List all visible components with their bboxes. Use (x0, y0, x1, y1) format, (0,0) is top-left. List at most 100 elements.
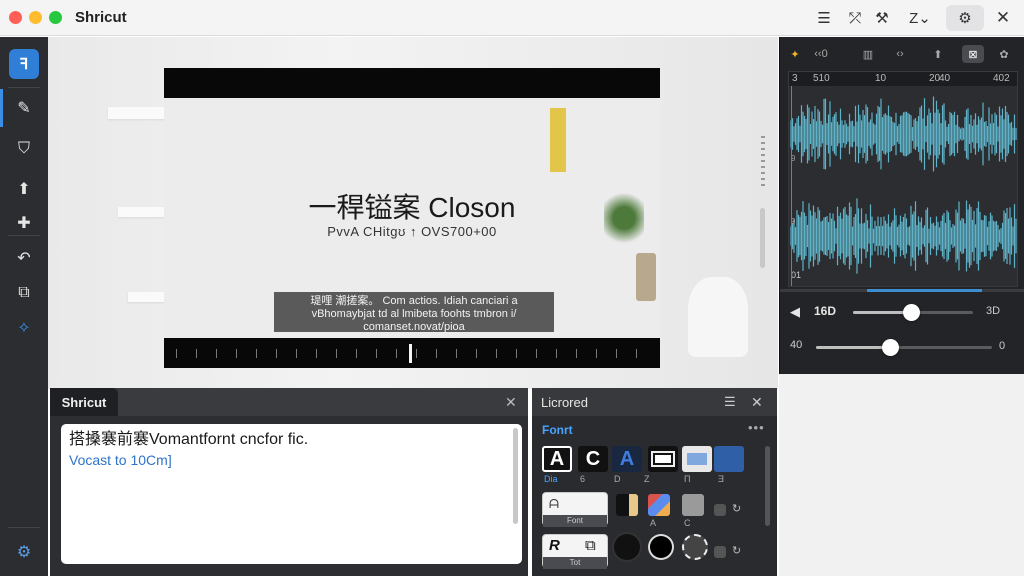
timeline-tick (356, 349, 357, 358)
text-card-letter: R (549, 537, 560, 554)
editor-line-2[interactable]: Vocast to 10Cm] (69, 451, 514, 469)
text-card-label: Tot (543, 557, 607, 569)
refresh-icon[interactable]: ↻ (732, 544, 741, 557)
preview-title-text[interactable]: 一稈镒案 Closon (164, 186, 660, 226)
waveform-scrub-range[interactable] (867, 289, 982, 292)
magic-wand-icon[interactable]: ⚒ (873, 8, 891, 28)
timeline-tick (456, 349, 457, 358)
editor-close-icon[interactable]: ✕ (505, 394, 517, 411)
style-swatch-multicolor[interactable] (648, 494, 670, 516)
zoom-window-button[interactable] (49, 11, 62, 24)
swatch-label: Ǝ (718, 474, 725, 484)
preview-subtitle-text[interactable]: PvvA CHitgʊ ↑ OVS700+00 (164, 224, 660, 239)
editor-header (50, 388, 528, 416)
text-z-icon[interactable]: Z⌄ (906, 8, 934, 28)
settings-icon[interactable]: ⚙ (946, 5, 984, 31)
timeline-tick (596, 349, 597, 358)
volume-control: ◀ 16D 3D (780, 302, 1024, 322)
decor-book (550, 108, 566, 172)
style-swatch-round-dashed[interactable] (682, 534, 708, 560)
style-swatch-blue[interactable]: A (612, 446, 642, 472)
plugin-icon[interactable]: ✚ (9, 208, 39, 238)
style-swatch-dark-blue[interactable] (714, 446, 744, 472)
style-swatch-outline[interactable]: C (578, 446, 608, 472)
swatch-label: 6 (580, 474, 586, 484)
channel-label: 01 (791, 270, 802, 280)
style-panel-scrollbar[interactable] (765, 446, 770, 526)
style-swatch-bluebox[interactable] (682, 446, 712, 472)
timeline-tick (256, 349, 257, 358)
balance-control: 40 0 (780, 337, 1024, 357)
close-icon[interactable]: ✕ (994, 8, 1012, 28)
editor-tab[interactable]: Shricut (50, 388, 118, 416)
audio-tab-label[interactable]: ‹‹0 (810, 45, 832, 63)
crop-icon[interactable]: ⧉ (9, 278, 39, 308)
left-sidebar: ꟻ ✎ ⛉ ⬆ ✚ ↶ ⧉ ✧ ⚙ (0, 37, 48, 576)
timeline-tick (336, 349, 337, 358)
audio-panel: ✦ ‹‹0 ▥ ‹› ⬆ ⊠ ✿ 3 510 10 20 40 402 9 9 … (779, 37, 1024, 374)
list-icon[interactable]: ☰ (815, 8, 833, 28)
text-card[interactable]: R ⧉ Tot (542, 534, 608, 569)
timeline-tick (216, 349, 217, 358)
more-options-icon[interactable]: ••• (748, 420, 765, 435)
style-swatch-box[interactable] (648, 446, 678, 472)
style-swatch-small[interactable] (714, 504, 726, 516)
font-card[interactable]: ᗩ Font (542, 492, 608, 527)
style-swatch-small[interactable] (714, 546, 726, 558)
preview-timeline-bar[interactable] (164, 338, 660, 368)
editor-scrollbar[interactable] (513, 428, 518, 524)
upload-icon[interactable]: ⬆ (928, 45, 948, 63)
timeline-tick (496, 349, 497, 358)
canvas-scroll-indicator[interactable] (761, 136, 765, 190)
close-window-button[interactable] (9, 11, 22, 24)
timeline-tick (616, 349, 617, 358)
bottom-tool-icon[interactable]: ⚙ (9, 537, 39, 567)
style-swatch-gray[interactable] (682, 494, 704, 516)
magic-icon[interactable]: ✧ (9, 313, 39, 343)
audio-active-tab[interactable]: ⊠ (962, 45, 984, 63)
close-icon[interactable]: ✕ (751, 394, 763, 411)
video-preview[interactable]: 一稈镒案 Closon PvvA CHitgʊ ↑ OVS700+00 瑅哩 潮… (164, 68, 660, 368)
upload-icon[interactable]: ⬆ (9, 174, 39, 204)
timeline-tick (376, 349, 377, 358)
refresh-icon[interactable]: ↻ (732, 502, 741, 515)
balance-value: 40 (790, 339, 803, 351)
waveform-view[interactable]: 3 510 10 20 40 402 9 9 01 (788, 71, 1018, 287)
audio-tab-label[interactable]: ▥ (858, 45, 878, 63)
audio-tab-label[interactable]: ‹› (890, 45, 910, 63)
style-swatch-round-outline[interactable] (648, 534, 674, 560)
editor-line-1[interactable]: 搭搡褰前褰Vomantfornt cncfor fic. (69, 429, 514, 451)
minimize-window-button[interactable] (29, 11, 42, 24)
style-swatch-round-black[interactable] (614, 534, 640, 560)
timeline-tick (196, 349, 197, 358)
playhead[interactable] (409, 344, 412, 363)
timeline-tick (176, 349, 177, 358)
window-titlebar: Shricut ☰ ⤱ ⚒ Z⌄ ⚙ ✕ (0, 0, 1024, 36)
sidebar-divider (8, 527, 40, 528)
star-icon[interactable]: ✦ (788, 45, 802, 63)
preview-caption-box[interactable]: 瑅哩 潮搓案。 Com actios. Idiah canciari a vBh… (274, 292, 554, 333)
balance-end-label: 0 (999, 340, 1006, 352)
layers-icon[interactable]: ☰ (724, 394, 736, 410)
ruler-label: 10 (875, 73, 887, 84)
style-swatch-white[interactable]: A (542, 446, 572, 472)
cursor-icon[interactable]: ⤱ (846, 8, 864, 28)
waveform-cursor[interactable] (791, 86, 792, 286)
subtitle-icon[interactable]: ⛉ (9, 134, 39, 164)
ruler-label: 3 (792, 73, 798, 84)
app-logo-icon[interactable]: ꟻ (9, 49, 39, 79)
style-swatch-dark[interactable] (616, 494, 638, 516)
timeline-tick (316, 349, 317, 358)
canvas-scrollbar[interactable] (760, 208, 765, 268)
undo-icon[interactable]: ↶ (9, 243, 39, 273)
lamp-shape (688, 277, 748, 357)
balance-slider-knob[interactable] (881, 339, 899, 356)
subtitle-text-input[interactable]: 搭搡褰前褰Vomantfornt cncfor fic. Vocast to 1… (61, 424, 522, 564)
volume-slider-knob[interactable] (902, 304, 920, 321)
swatch-label: C (684, 518, 691, 528)
timeline-tick (416, 349, 417, 358)
edit-pencil-icon[interactable]: ✎ (0, 89, 39, 127)
gear-icon[interactable]: ✿ (994, 45, 1014, 63)
preview-letterbox-top (164, 68, 660, 98)
swatch-label: A (650, 518, 657, 528)
